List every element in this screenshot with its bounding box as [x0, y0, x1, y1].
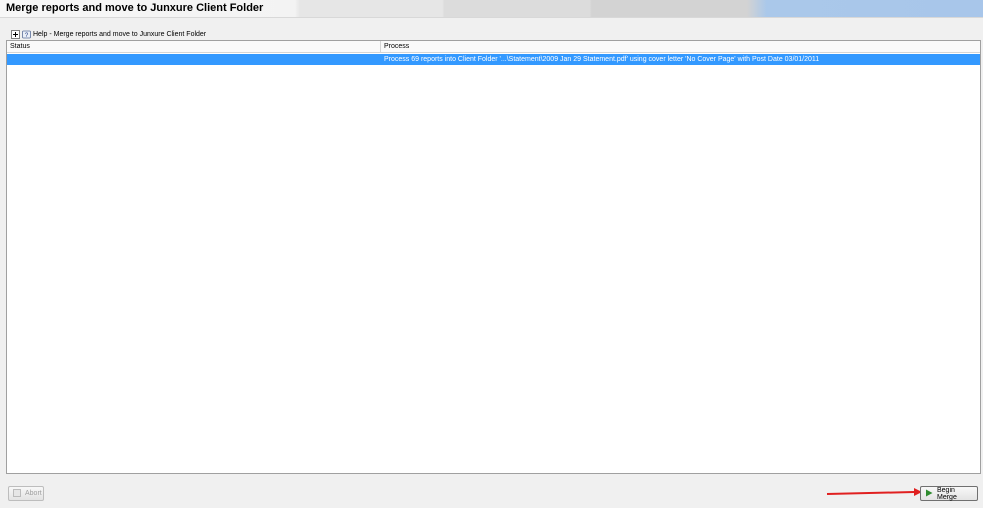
help-book-icon: ? — [22, 30, 31, 39]
row-status-cell — [7, 54, 381, 65]
annotation-arrow — [826, 488, 922, 496]
abort-label: Abort — [25, 490, 42, 497]
process-grid[interactable]: Status Process Process 69 reports into C… — [6, 40, 981, 474]
abort-button[interactable]: Abort — [8, 486, 44, 501]
begin-merge-label: Begin Merge — [937, 486, 957, 501]
column-header-process[interactable]: Process — [381, 41, 980, 53]
column-header-status[interactable]: Status — [7, 41, 381, 53]
page-title: Merge reports and move to Junxure Client… — [6, 2, 264, 14]
play-icon — [925, 489, 933, 499]
abort-icon — [13, 488, 21, 499]
plus-box-icon[interactable] — [11, 29, 20, 39]
help-row[interactable]: ? Help - Merge reports and move to Junxu… — [11, 28, 206, 40]
begin-merge-button[interactable]: Begin Merge — [920, 486, 978, 501]
help-label[interactable]: Help - Merge reports and move to Junxure… — [33, 31, 206, 38]
row-process-cell: Process 69 reports into Client Folder '.… — [384, 56, 820, 63]
title-bar: Merge reports and move to Junxure Client… — [0, 0, 983, 18]
table-row[interactable]: Process 69 reports into Client Folder '.… — [7, 54, 980, 65]
grid-header: Status Process — [7, 41, 980, 53]
